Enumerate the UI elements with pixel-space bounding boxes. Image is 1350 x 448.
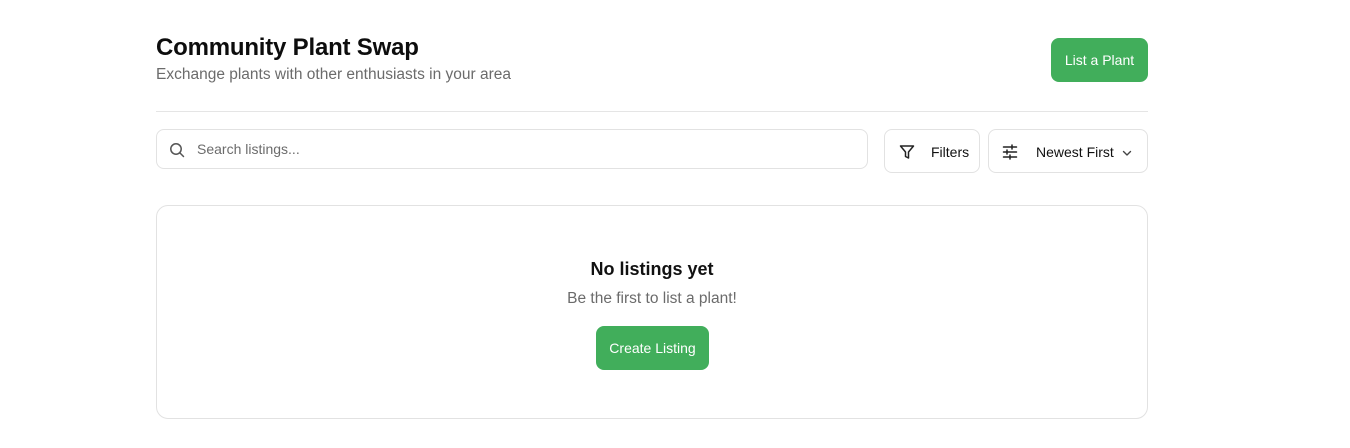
page-title: Community Plant Swap [156,34,419,61]
sort-selected-label: Newest First [1036,144,1114,160]
list-plant-button[interactable]: List a Plant [1051,38,1148,82]
page-header: Community Plant Swap Exchange plants wit… [156,0,1148,112]
filters-button[interactable]: Filters [884,129,980,173]
search-box[interactable] [156,129,868,169]
search-input[interactable] [197,130,857,168]
empty-state-card: No listings yet Be the first to list a p… [156,205,1148,419]
page-container: Community Plant Swap Exchange plants wit… [156,0,1148,419]
chevron-down-icon [1121,146,1133,158]
search-icon [169,142,185,158]
filters-label: Filters [931,144,970,160]
empty-state-description: Be the first to list a plant! [567,290,737,307]
sliders-icon [1002,144,1018,160]
toolbar: Filters Newest First [156,129,1148,173]
sort-dropdown[interactable]: Newest First [988,129,1148,173]
empty-state-title: No listings yet [590,259,714,279]
create-listing-button[interactable]: Create Listing [596,326,709,370]
filter-icon [899,144,915,160]
page-subtitle: Exchange plants with other enthusiasts i… [156,66,511,83]
